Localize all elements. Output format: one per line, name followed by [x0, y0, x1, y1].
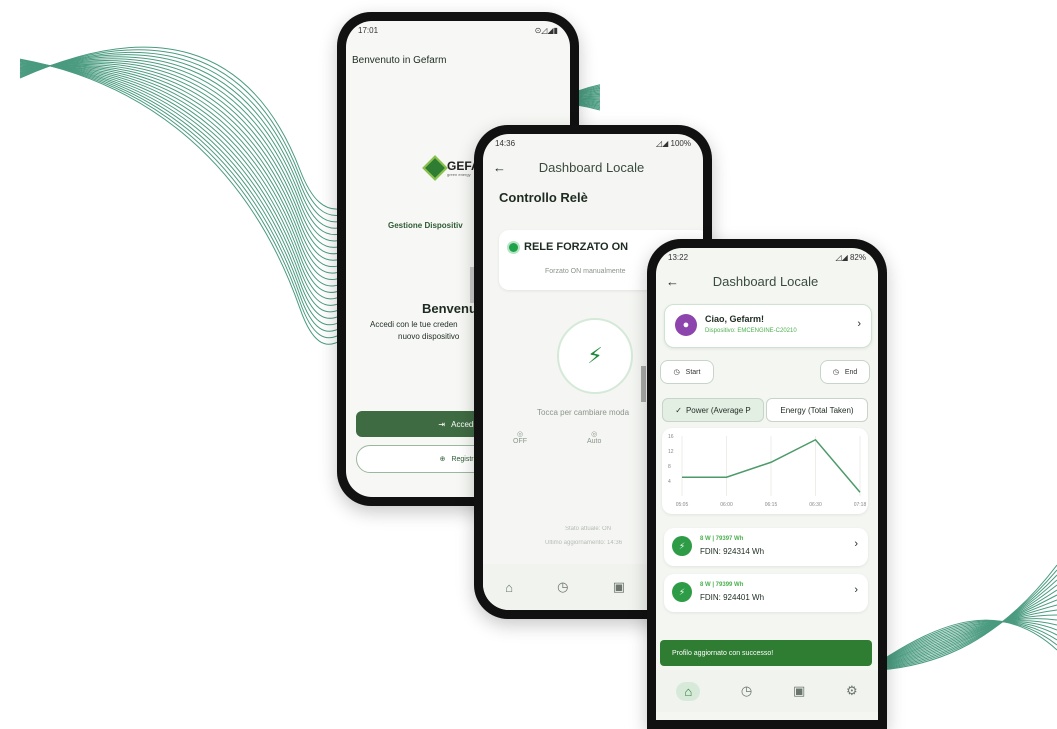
status-time: 14:36: [495, 138, 516, 148]
app-bar: ← Dashboard Locale: [656, 266, 878, 296]
welcome-header: Benvenuto in Gefarm: [352, 55, 447, 66]
status-time: 17:01: [358, 25, 379, 35]
scroll-indicator: [641, 366, 646, 402]
reading-row-1[interactable]: ⚡ 8 W | 79397 Wh FDIN: 924314 Wh ›: [664, 528, 868, 566]
chevron-right-icon: ›: [854, 538, 858, 550]
wave-line: [879, 604, 1057, 667]
device-id: Dispositivo: EMCENGINE-C20210: [705, 328, 797, 334]
start-date-button[interactable]: ◷ Start: [660, 360, 714, 384]
mode-auto-option[interactable]: ◎ Auto: [587, 430, 601, 445]
toast-notification: Profilo aggiornato con successo!: [660, 640, 872, 666]
chart-icon[interactable]: ▣: [793, 683, 805, 699]
logo-diamond-icon: [422, 155, 448, 181]
power-chart-card: 16 12 8 4 05:05 06:00 06:15 06:30 07:18: [662, 428, 868, 514]
status-icons: ◿◢ 100%: [656, 138, 691, 148]
end-date-button[interactable]: ◷ End: [820, 360, 870, 384]
radio-icon: ◎: [591, 431, 598, 438]
relay-state-label: RELE FORZATO ON: [524, 241, 629, 253]
chevron-right-icon: ›: [854, 584, 858, 596]
reading-fdin: FDIN: 924401 Wh: [700, 593, 765, 602]
tab-energy[interactable]: Energy (Total Taken): [766, 398, 868, 422]
greeting: Ciao, Gefarm!: [705, 314, 765, 324]
history-icon[interactable]: ◷: [741, 683, 752, 699]
bottom-nav: ⌂ ◷ ▣ ⚙: [656, 670, 878, 712]
section-title: Controllo Relè: [499, 190, 588, 205]
app-subtitle: Gestione Dispositiv: [388, 221, 463, 230]
status-bar: 13:22 ◿◢ 82%: [656, 248, 878, 266]
x-tick-label: 06:30: [809, 502, 822, 508]
reading-row-2[interactable]: ⚡ 8 W | 79399 Wh FDIN: 924401 Wh ›: [664, 574, 868, 612]
x-tick-label: 07:18: [854, 502, 867, 508]
chevron-right-icon: ›: [857, 318, 861, 330]
tap-hint: Tocca per cambiare moda: [537, 408, 630, 417]
welcome-description-2: nuovo dispositivo: [398, 332, 460, 341]
mode-off-option[interactable]: ◎ OFF: [513, 430, 527, 445]
status-bar: 14:36 ◿◢ 100%: [483, 134, 703, 152]
relay-state-subtitle: Forzato ON manualmente: [545, 268, 626, 275]
app-title: Dashboard Locale: [538, 159, 645, 175]
x-tick-label: 05:05: [676, 502, 689, 508]
y-tick-label: 8: [668, 464, 671, 470]
clock-icon: ◷: [832, 369, 839, 376]
reading-power: 8 W | 79399 Wh: [700, 582, 744, 588]
lightning-icon: ⚡: [587, 343, 603, 368]
home-icon[interactable]: ⌂: [676, 681, 701, 701]
history-icon[interactable]: ◷: [557, 579, 568, 595]
current-state: Stato attuale: ON: [565, 526, 612, 532]
back-arrow-icon[interactable]: ←: [666, 274, 679, 289]
x-tick-label: 06:15: [765, 502, 778, 508]
avatar-icon: ●: [675, 314, 697, 336]
home-icon[interactable]: ⌂: [505, 580, 513, 595]
check-icon: ✓: [675, 405, 682, 415]
back-arrow-icon[interactable]: ←: [493, 160, 506, 175]
chart-icon[interactable]: ▣: [613, 579, 625, 595]
last-update: Ultimo aggiornamento: 14:36: [545, 540, 623, 546]
tab-power[interactable]: ✓ Power (Average P: [662, 398, 764, 422]
add-circle-icon: ⊕: [439, 456, 446, 463]
login-icon: ⇥: [438, 419, 446, 429]
reading-fdin: FDIN: 924314 Wh: [700, 547, 765, 556]
lightning-icon: ⚡: [672, 536, 692, 556]
y-tick-label: 12: [668, 449, 674, 455]
status-dot-icon: [509, 242, 518, 252]
status-icons: ◿◢ 82%: [835, 252, 866, 262]
app-title: Dashboard Locale: [712, 273, 819, 289]
welcome-heading: Benvenut: [422, 301, 482, 316]
radio-icon: ◎: [516, 431, 524, 438]
phone-dashboard: 13:22 ◿◢ 82% ← Dashboard Locale ● Ciao, …: [647, 239, 887, 729]
app-bar: ← Dashboard Locale: [483, 152, 703, 182]
power-line-chart: 16 12 8 4 05:05 06:00 06:15 06:30 07:18: [668, 434, 867, 508]
status-icons: ⊙◿◢▮: [534, 25, 558, 35]
settings-icon[interactable]: ⚙: [846, 683, 858, 699]
x-tick-label: 06:00: [720, 502, 733, 508]
reading-power: 8 W | 79397 Wh: [700, 536, 744, 542]
profile-card[interactable]: ● Ciao, Gefarm! Dispositivo: EMCENGINE-C…: [664, 304, 872, 348]
lightning-icon: ⚡: [672, 582, 692, 602]
status-bar: 17:01 ⊙◿◢▮: [346, 21, 570, 39]
welcome-description-1: Accedi con le tue creden: [370, 320, 458, 329]
status-time: 13:22: [668, 252, 689, 262]
relay-toggle-button[interactable]: ⚡: [557, 318, 633, 394]
y-tick-label: 4: [668, 479, 671, 485]
clock-icon: ◷: [673, 369, 680, 376]
y-tick-label: 16: [668, 434, 674, 440]
